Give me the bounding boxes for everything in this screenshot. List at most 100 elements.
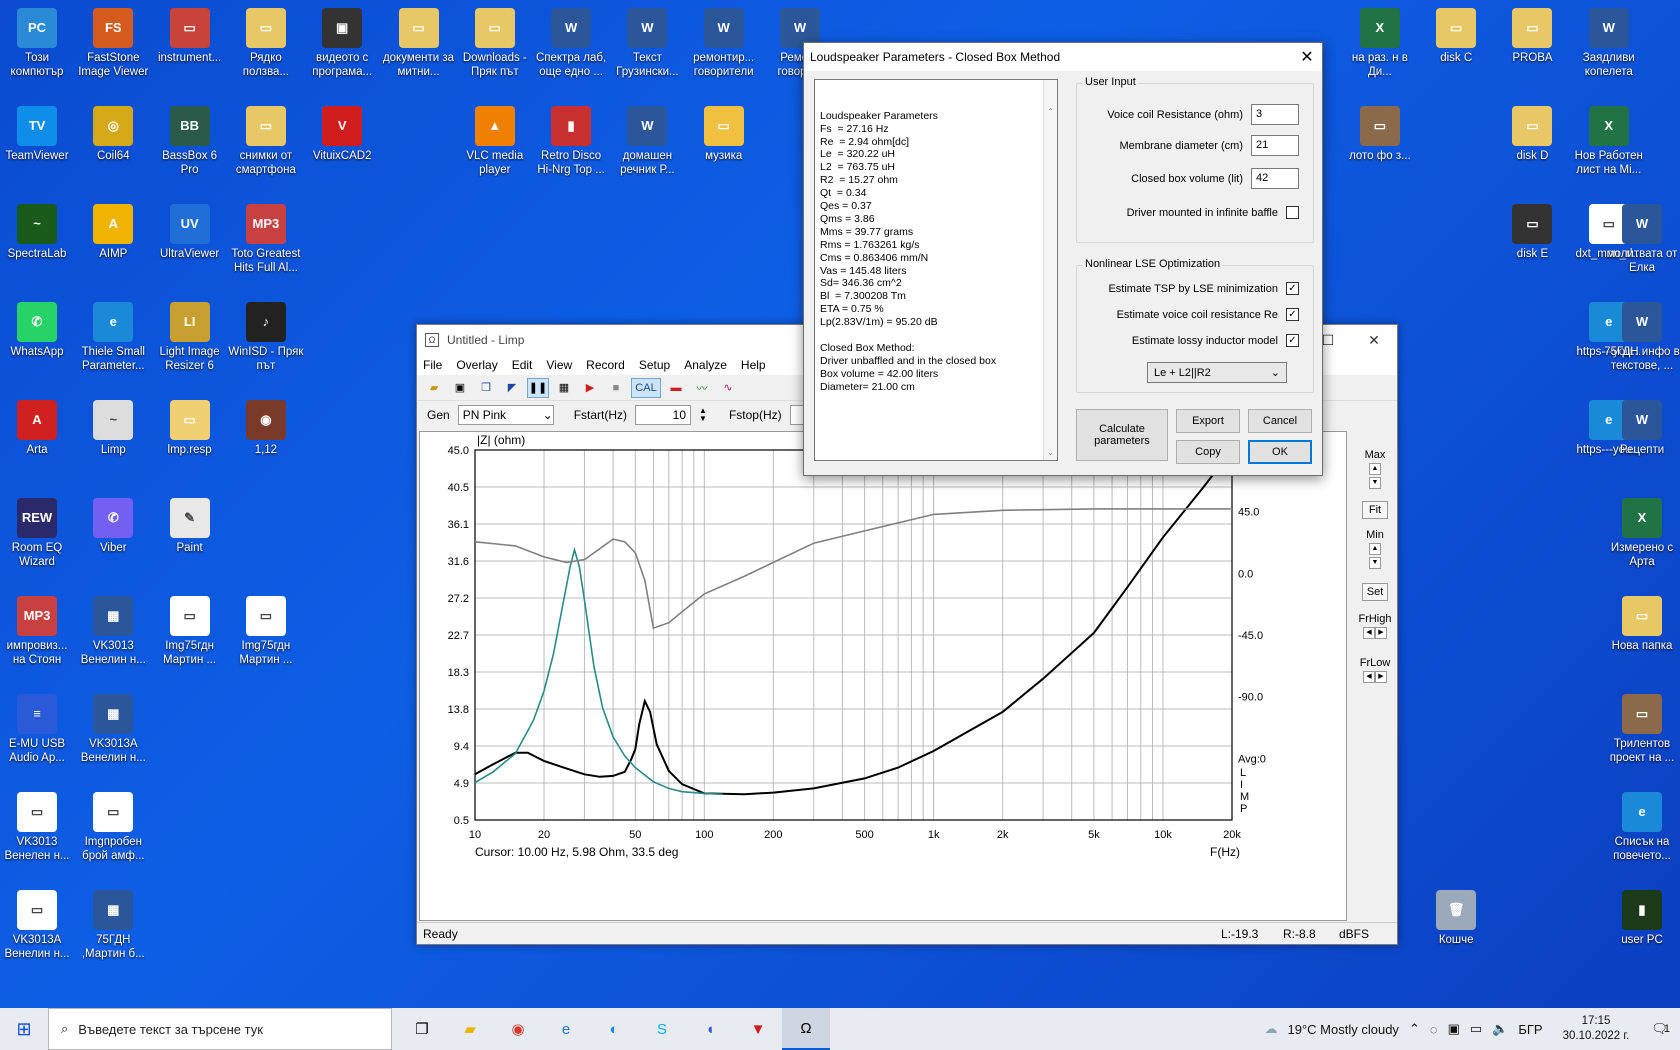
inductor-model-select[interactable]: Le + L2||R2 ⌄ <box>1147 362 1287 383</box>
desktop-icon[interactable]: ✆ Viber <box>75 498 151 555</box>
level-icon[interactable]: ▬ <box>665 378 687 398</box>
fstart-input[interactable]: 10 <box>635 405 692 425</box>
desktop-icon[interactable]: W 75ГДН инфо в текстове, ... <box>1604 302 1680 373</box>
menu-analyze[interactable]: Analyze <box>684 358 727 372</box>
desktop-icon[interactable]: LI Light Image Resizer 6 <box>152 302 228 373</box>
weather-text[interactable]: 19°C Mostly cloudy <box>1288 1022 1399 1037</box>
desktop-icon[interactable]: ~ Limp <box>75 400 151 457</box>
set-button[interactable]: Set <box>1362 583 1388 601</box>
desktop-icon[interactable]: ▦ 75ГДН ,Мартин б... <box>75 890 151 961</box>
desktop-icon[interactable]: ▭ Трилентов проект на ... <box>1604 694 1680 765</box>
min-down-icon[interactable]: ▼ <box>1369 557 1381 569</box>
desktop-icon[interactable]: ▭ lmp.resp <box>152 400 228 457</box>
tray-chevron-icon[interactable]: ⌃ <box>1409 1021 1420 1037</box>
desktop-icon[interactable]: ▭ VK3013A Венелин н... <box>0 890 75 961</box>
impedance-plot[interactable]: 45.0 40.5 36.1 31.6 27.2 22.7 18.3 13.8 9.4 4.9 0.… <box>419 431 1347 921</box>
desktop-icon[interactable]: ▭ музика <box>686 106 762 163</box>
report-scrollbar[interactable]: ⌃ ⌄ <box>1043 80 1057 460</box>
menu-setup[interactable]: Setup <box>639 358 670 372</box>
ok-button[interactable]: OK <box>1248 440 1312 464</box>
play-icon[interactable]: ▶ <box>579 378 601 398</box>
menu-edit[interactable]: Edit <box>512 358 533 372</box>
desktop-icon[interactable]: V VituixCAD2 <box>304 106 380 163</box>
menu-file[interactable]: File <box>423 358 442 372</box>
desktop-icon[interactable]: ≡ E-MU USB Audio Ap... <box>0 694 75 765</box>
desktop-icon[interactable]: ▭ Рядко ползва... <box>228 8 304 79</box>
desktop-icon[interactable]: Wмолитвата от Елка <box>1604 204 1680 275</box>
file-explorer-icon[interactable]: ▰ <box>446 1008 494 1050</box>
app-tray-icon[interactable]: ▣ <box>1448 1021 1460 1037</box>
battery-icon[interactable]: ▭ <box>1470 1021 1482 1037</box>
desktop-icon[interactable]: ▲ VLC media player <box>457 106 533 177</box>
menu-help[interactable]: Help <box>741 358 766 372</box>
desktop-icon[interactable]: Xна раз. н в Ди... <box>1342 8 1418 79</box>
cancel-button[interactable]: Cancel <box>1248 409 1312 433</box>
language-indicator[interactable]: БГР <box>1518 1022 1542 1037</box>
desktop-icon[interactable]: A AIMP <box>75 204 151 261</box>
membrane-diameter-input[interactable]: 21 <box>1251 135 1299 156</box>
taskbar-search[interactable]: ⌕ Въведете текст за търсене тук <box>48 1008 392 1050</box>
limp-taskbar-icon[interactable]: Ω <box>782 1008 830 1050</box>
desktop-icon[interactable]: ◉ 1,12 <box>228 400 304 457</box>
desktop-icon[interactable]: ✆ WhatsApp <box>0 302 75 359</box>
desktop-icon[interactable]: ▭ disk C <box>1418 8 1494 65</box>
desktop-icon[interactable]: ▭ VK3013 Венелен н... <box>0 792 75 863</box>
desktop-icon[interactable]: X Нов Работен лист на Mi... <box>1571 106 1647 177</box>
infinite-baffle-checkbox[interactable] <box>1286 206 1299 219</box>
desktop-icon[interactable]: ▭ Img75гдн Мартин ... <box>228 596 304 667</box>
dialog-close-icon[interactable]: ✕ <box>1292 47 1322 67</box>
desktop-icon[interactable]: W Текст Грузински... <box>609 8 685 79</box>
frlow-right-icon[interactable]: ▶ <box>1375 671 1387 683</box>
desktop-icon[interactable]: ▣ видеото с програма... <box>304 8 380 79</box>
desktop-icon[interactable]: FS FastStone Image Viewer <box>75 8 151 79</box>
copy-button[interactable]: Copy <box>1176 440 1240 464</box>
estimate-re-checkbox[interactable]: ✓ <box>1286 308 1299 321</box>
fstart-spin-icon[interactable]: ▲ ▼ <box>699 407 707 423</box>
desktop-icon[interactable]: A Arta <box>0 400 75 457</box>
desktop-icon[interactable]: e Thiele Small Parameter... <box>75 302 151 373</box>
desktop-icon[interactable]: UV UltraViewer <box>152 204 228 261</box>
desktop-icon[interactable]: ♪ WinISD - Пряк път <box>228 302 304 373</box>
desktop-icon[interactable]: ▦ VK3013A Венелин н... <box>75 694 151 765</box>
estimate-tsp-checkbox[interactable]: ✓ <box>1286 282 1299 295</box>
max-down-icon[interactable]: ▼ <box>1369 477 1381 489</box>
closed-box-volume-input[interactable]: 42 <box>1251 168 1299 189</box>
desktop-icon[interactable]: Wремонтир... говорители <box>686 8 762 79</box>
desktop-icon[interactable]: W Заядливи копелета <box>1571 8 1647 79</box>
fit-button[interactable]: Fit <box>1362 501 1388 519</box>
desktop-icon[interactable]: ◎ Coil64 <box>75 106 151 163</box>
chrome-icon[interactable]: ◉ <box>494 1008 542 1050</box>
internet-explorer-icon[interactable]: e <box>542 1008 590 1050</box>
stop-icon[interactable]: ■ <box>605 378 627 398</box>
desktop-icon[interactable]: MP3 Toto Greatest Hits Full Al... <box>228 204 304 275</box>
desktop-icon[interactable]: ▭ Img75гдн Мартин ... <box>152 596 228 667</box>
dialog-titlebar[interactable]: Loudspeaker Parameters - Closed Box Meth… <box>804 43 1322 71</box>
desktop-icon[interactable]: ▭ instrument... <box>152 8 228 65</box>
desktop-icon[interactable]: Wдомашен речник Р... <box>609 106 685 177</box>
desktop-icon[interactable]: ▭ disk E <box>1494 204 1570 261</box>
estimate-lossy-inductor-checkbox[interactable]: ✓ <box>1286 334 1299 347</box>
open-icon[interactable]: ▰ <box>423 378 445 398</box>
max-up-icon[interactable]: ▲ <box>1369 463 1381 475</box>
desktop-icon[interactable]: BB BassBox 6 Pro <box>152 106 228 177</box>
desktop-icon[interactable]: ▭ Imgпробен брой амф... <box>75 792 151 863</box>
calculate-parameters-button[interactable]: Calculate parameters <box>1076 409 1168 461</box>
close-icon[interactable]: ✕ <box>1351 332 1397 349</box>
overlay-icon[interactable]: ❐ <box>475 378 497 398</box>
desktop-icon[interactable]: TV TeamViewer <box>0 106 75 163</box>
parameters-report[interactable]: Loudspeaker Parameters Fs = 27.16 Hz Re = … <box>814 79 1058 461</box>
desktop-icon[interactable]: ▭ Downloads - Пряк път <box>457 8 533 79</box>
desktop-icon[interactable]: PC Този компютър <box>0 8 75 79</box>
task-view-icon[interactable]: ❐ <box>398 1008 446 1050</box>
wave-icon[interactable]: ∿ <box>717 378 739 398</box>
frhigh-right-icon[interactable]: ▶ <box>1375 627 1387 639</box>
pause-icon[interactable]: ❚❚ <box>527 377 549 398</box>
desktop-icon[interactable]: ▮ Retro Disco Hi-Nrg Top ... <box>533 106 609 177</box>
vituixcad-icon[interactable]: ▼ <box>734 1008 782 1050</box>
cal-button[interactable]: CAL <box>631 377 661 398</box>
desktop-icon[interactable]: ~ SpectraLab <box>0 204 75 261</box>
network-icon[interactable]: ◌ <box>1430 1022 1438 1037</box>
curve-icon[interactable]: 〰 <box>691 378 713 398</box>
desktop-icon[interactable]: ▭ disk D <box>1494 106 1570 163</box>
menu-record[interactable]: Record <box>586 358 625 372</box>
